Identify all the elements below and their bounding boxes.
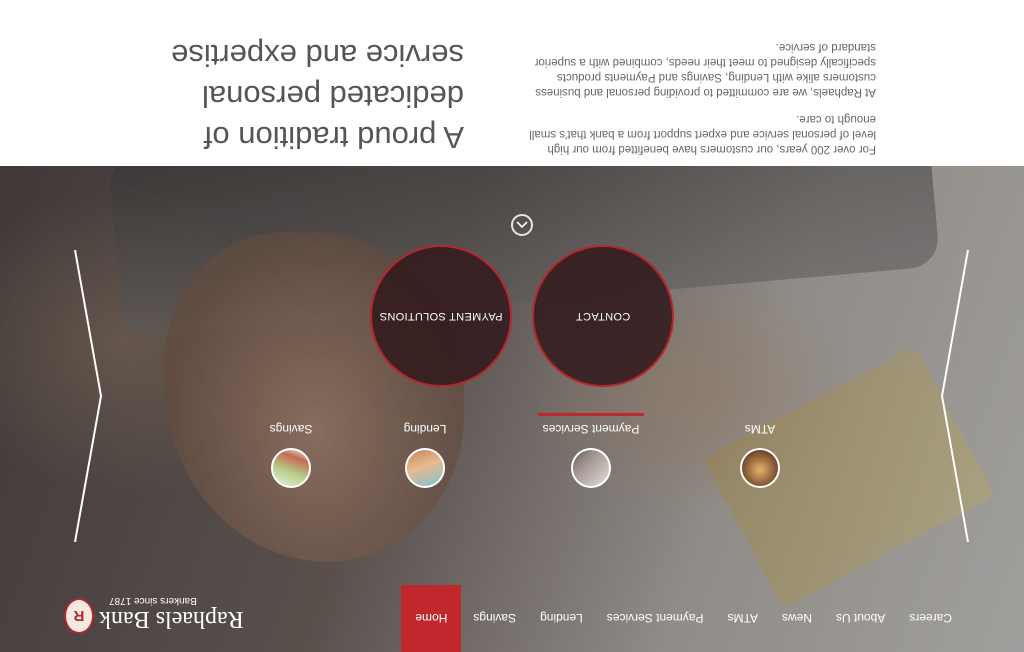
product-payment-services[interactable]: Payment Services (534, 388, 644, 488)
lending-thumbnail (405, 448, 445, 488)
chevron-up-icon (516, 221, 528, 229)
scroll-up-button[interactable] (511, 214, 533, 236)
chevron-right-icon[interactable] (71, 248, 105, 544)
nav-item-atms[interactable]: ATMs (715, 585, 769, 652)
nav-item-savings[interactable]: Savings (461, 585, 528, 652)
about-section: For over 200 years, our customers have b… (0, 0, 1024, 166)
payment-thumbnail (571, 448, 611, 488)
nav-item-home[interactable]: Home (401, 585, 462, 652)
product-atms[interactable]: ATMs (703, 388, 813, 488)
brand-name: Raphaels Bank (99, 606, 244, 632)
product-label: ATMs (744, 422, 776, 436)
brand-tagline: Bankers since 1787 (109, 595, 197, 606)
selected-indicator (538, 413, 644, 416)
product-label: Payment Services (542, 422, 640, 436)
savings-thumbnail (271, 448, 311, 488)
page-headline: A proud tradition of dedicated personal … (171, 38, 464, 155)
nav-item-news[interactable]: News (770, 585, 824, 652)
contact-button[interactable]: CONTACT (532, 245, 674, 387)
nav-item-about-us[interactable]: About Us (824, 585, 897, 652)
product-label: Savings (269, 422, 313, 436)
product-lending[interactable]: Lending (368, 388, 478, 488)
payment-solutions-button[interactable]: PAYMENT SOLUTIONS (370, 245, 512, 387)
nav-item-lending[interactable]: Lending (528, 585, 595, 652)
intro-paragraph: At Raphaels, we are committed to providi… (534, 41, 876, 98)
hero-banner: Raphaels Bank Bankers since 1787 R Caree… (0, 166, 1024, 652)
main-nav: Careers About Us News ATMs Payment Servi… (401, 585, 964, 652)
brand-badge-icon: R (64, 598, 94, 634)
atm-thumbnail (740, 448, 780, 488)
chevron-left-icon[interactable] (938, 248, 972, 544)
nav-item-careers[interactable]: Careers (897, 585, 964, 652)
product-label: Lending (403, 422, 447, 436)
product-savings[interactable]: Savings (234, 388, 344, 488)
nav-item-payment-services[interactable]: Payment Services (595, 585, 716, 652)
brand-logo[interactable]: Raphaels Bank Bankers since 1787 R (54, 588, 274, 638)
intro-paragraph: For over 200 years, our customers have b… (529, 113, 876, 155)
intro-text: For over 200 years, our customers have b… (526, 27, 876, 156)
